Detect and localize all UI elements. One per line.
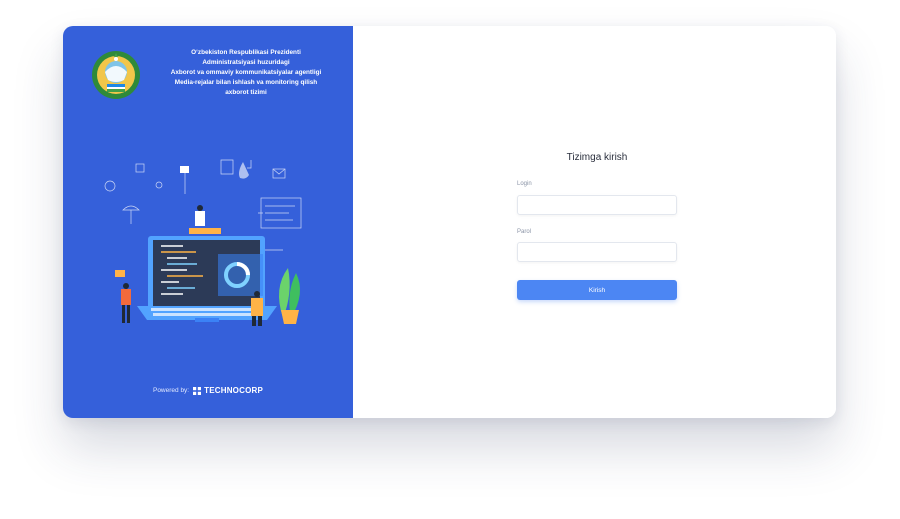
login-submit-button[interactable]: Kirish: [517, 280, 677, 300]
powered-by-label: Powered by:: [152, 387, 190, 394]
organization-title-line: axborot tizimi: [225, 89, 267, 96]
powered-by: Powered by: TECHNOCORP: [63, 386, 353, 395]
login-panel: Tizimga kirish Login Parol Kirish: [353, 26, 836, 418]
organization-title-line: Media-rejalar bilan ishlash va monitorin…: [174, 79, 318, 86]
developer-illustration: [104, 159, 302, 326]
login-label: Login: [517, 181, 532, 187]
login-form: Tizimga kirish Login Parol Kirish: [517, 152, 677, 300]
organization-title-line: Administratsiyasi huzuridagi: [202, 59, 290, 66]
technocorp-brand: TECHNOCORP: [204, 386, 264, 395]
password-input[interactable]: [517, 242, 677, 262]
organization-title-line: O‘zbekiston Respublikasi Prezidenti: [191, 49, 301, 56]
login-title: Tizimga kirish: [566, 152, 628, 163]
password-label: Parol: [517, 228, 532, 235]
organization-title: O‘zbekiston Respublikasi Prezidenti Admi…: [151, 48, 341, 98]
technocorp-logo: TECHNOCORP: [193, 386, 263, 395]
brand-panel: O‘zbekiston Respublikasi Prezidenti Admi…: [63, 26, 353, 418]
organization-title-line: Axborot va ommaviy kommunikatsiyalar age…: [170, 69, 322, 76]
login-card: O‘zbekiston Respublikasi Prezidenti Admi…: [63, 26, 836, 418]
state-emblem-icon: [92, 51, 140, 99]
login-input[interactable]: [517, 194, 677, 215]
technocorp-logo-icon: [193, 386, 202, 395]
